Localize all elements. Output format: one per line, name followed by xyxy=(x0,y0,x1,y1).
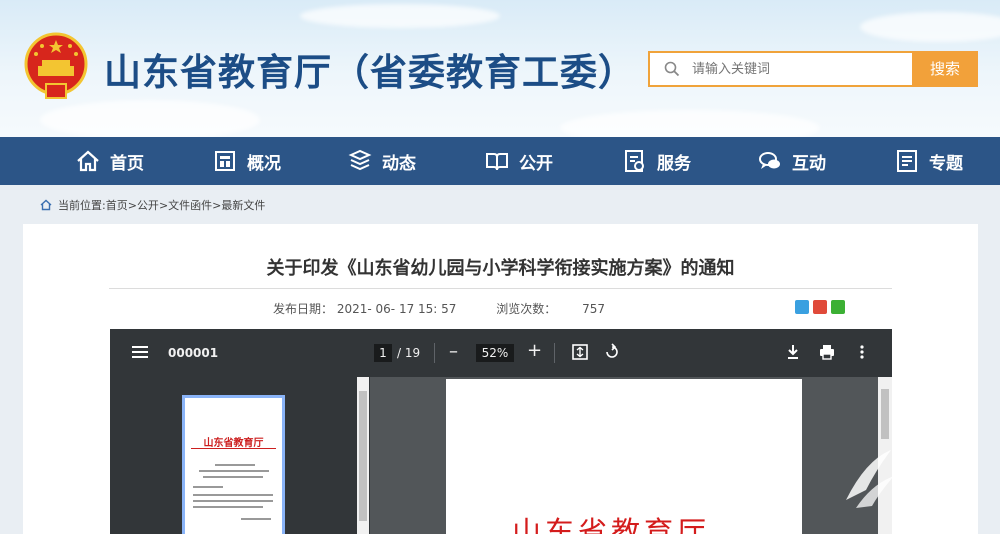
breadcrumb-separator: > xyxy=(212,198,222,212)
search-input[interactable] xyxy=(692,59,902,79)
fit-page-icon[interactable] xyxy=(571,343,589,361)
thumbnail-text-line xyxy=(203,476,263,478)
nav-label: 互动 xyxy=(792,153,826,174)
share-buttons xyxy=(795,300,845,314)
breadcrumb-separator: > xyxy=(158,198,169,212)
breadcrumb-prefix: 当前位置: xyxy=(58,199,106,212)
thumbnail-sidebar: 山东省教育厅 xyxy=(110,377,370,534)
zoom-in-button[interactable]: + xyxy=(527,340,542,361)
nav-label: 概况 xyxy=(247,153,281,174)
page-total: / 19 xyxy=(397,346,421,360)
wechat-share-icon[interactable] xyxy=(831,300,845,314)
toolbar-divider xyxy=(554,343,555,363)
article-title: 关于印发《山东省幼儿园与小学科学衔接实施方案》的通知 xyxy=(266,258,735,279)
pdf-viewer: 000001 1 / 19 – 52% + 山东省教育厅 山东省教育厅 xyxy=(110,329,892,534)
watermark-logo-icon xyxy=(846,450,894,508)
qzone-share-icon[interactable] xyxy=(795,300,809,314)
nav-label: 专题 xyxy=(929,153,963,174)
chat-icon xyxy=(759,152,780,169)
location-home-icon xyxy=(40,199,52,211)
news-icon xyxy=(348,149,372,171)
more-options-icon[interactable] xyxy=(853,343,871,361)
page-number-input[interactable]: 1 xyxy=(374,344,392,362)
nav-label: 首页 xyxy=(110,153,144,174)
site-header: 山东省教育厅（省委教育工委） 搜索 xyxy=(0,0,1000,137)
book-icon xyxy=(486,153,508,171)
overview-icon xyxy=(215,151,235,171)
rotate-icon[interactable] xyxy=(603,343,621,361)
pdf-filename: 000001 xyxy=(168,346,219,360)
print-icon[interactable] xyxy=(818,343,836,361)
zoom-out-button[interactable]: – xyxy=(449,341,458,362)
thumbnail-text-line xyxy=(193,494,273,496)
weibo-share-icon[interactable] xyxy=(813,300,827,314)
breadcrumb-home[interactable]: 首页 xyxy=(106,197,128,213)
page-heading: 山东省教育厅 xyxy=(512,515,711,534)
article-meta: 发布日期： 2021- 06- 17 15: 57 浏览次数： 757 xyxy=(273,300,605,317)
site-title: 山东省教育厅（省委教育工委） xyxy=(104,51,636,94)
breadcrumb-separator: > xyxy=(127,198,137,212)
zoom-level[interactable]: 52% xyxy=(476,344,514,362)
breadcrumb-latest[interactable]: 最新文件 xyxy=(221,197,265,213)
nav-item-interact[interactable]: 互动 xyxy=(758,137,826,185)
pdf-toolbar: 000001 1 / 19 – 52% + xyxy=(110,329,892,377)
views-count: 757 xyxy=(582,302,605,316)
nav-item-service[interactable]: 服务 xyxy=(623,137,691,185)
pdf-page: 山东省教育厅 xyxy=(446,379,802,534)
thumbnail-rule xyxy=(191,448,276,449)
main-nav: 首页 概况 动态 公开 服务 互动 专题 xyxy=(0,137,1000,185)
sidebar-scrollbar[interactable] xyxy=(357,377,369,534)
thumbnail-text-line xyxy=(241,518,271,520)
thumbnail-title: 山东省教育厅 xyxy=(203,438,264,449)
search-box[interactable] xyxy=(648,51,912,87)
thumbnail-text-line xyxy=(193,500,273,502)
nav-item-home[interactable]: 首页 xyxy=(76,137,144,185)
topic-icon xyxy=(897,150,917,172)
article-card: 关于印发《山东省幼儿园与小学科学衔接实施方案》的通知 发布日期： 2021- 0… xyxy=(23,224,978,534)
title-divider xyxy=(109,288,892,289)
scrollbar-thumb[interactable] xyxy=(881,389,889,439)
nav-label: 服务 xyxy=(657,153,691,174)
breadcrumb-public[interactable]: 公开 xyxy=(137,197,159,213)
scrollbar-thumb[interactable] xyxy=(359,391,367,521)
page-thumbnail[interactable]: 山东省教育厅 xyxy=(182,395,285,534)
breadcrumb-documents[interactable]: 文件函件 xyxy=(168,197,212,213)
publish-date: 2021- 06- 17 15: 57 xyxy=(336,302,457,316)
thumbnail-text-line xyxy=(199,470,269,472)
nav-label: 公开 xyxy=(519,153,553,174)
search-icon xyxy=(664,61,680,77)
menu-icon[interactable] xyxy=(132,345,148,359)
nav-item-news[interactable]: 动态 xyxy=(348,137,416,185)
thumbnail-text-line xyxy=(193,486,223,488)
breadcrumb: 当前位置: 首页 > 公开 > 文件函件 > 最新文件 xyxy=(40,197,265,213)
thumbnail-text-line xyxy=(193,506,263,508)
download-icon[interactable] xyxy=(784,343,802,361)
nav-item-overview[interactable]: 概况 xyxy=(213,137,281,185)
home-icon xyxy=(77,150,99,172)
national-emblem-icon xyxy=(24,32,88,99)
toolbar-divider xyxy=(434,343,435,363)
service-icon xyxy=(625,150,644,172)
search-button[interactable]: 搜索 xyxy=(912,51,978,87)
thumbnail-text-line xyxy=(215,464,255,466)
nav-label: 动态 xyxy=(382,153,416,174)
date-label: 发布日期： xyxy=(273,302,334,316)
nav-item-topic[interactable]: 专题 xyxy=(895,137,963,185)
views-label: 浏览次数： xyxy=(496,302,557,316)
nav-item-public[interactable]: 公开 xyxy=(485,137,553,185)
